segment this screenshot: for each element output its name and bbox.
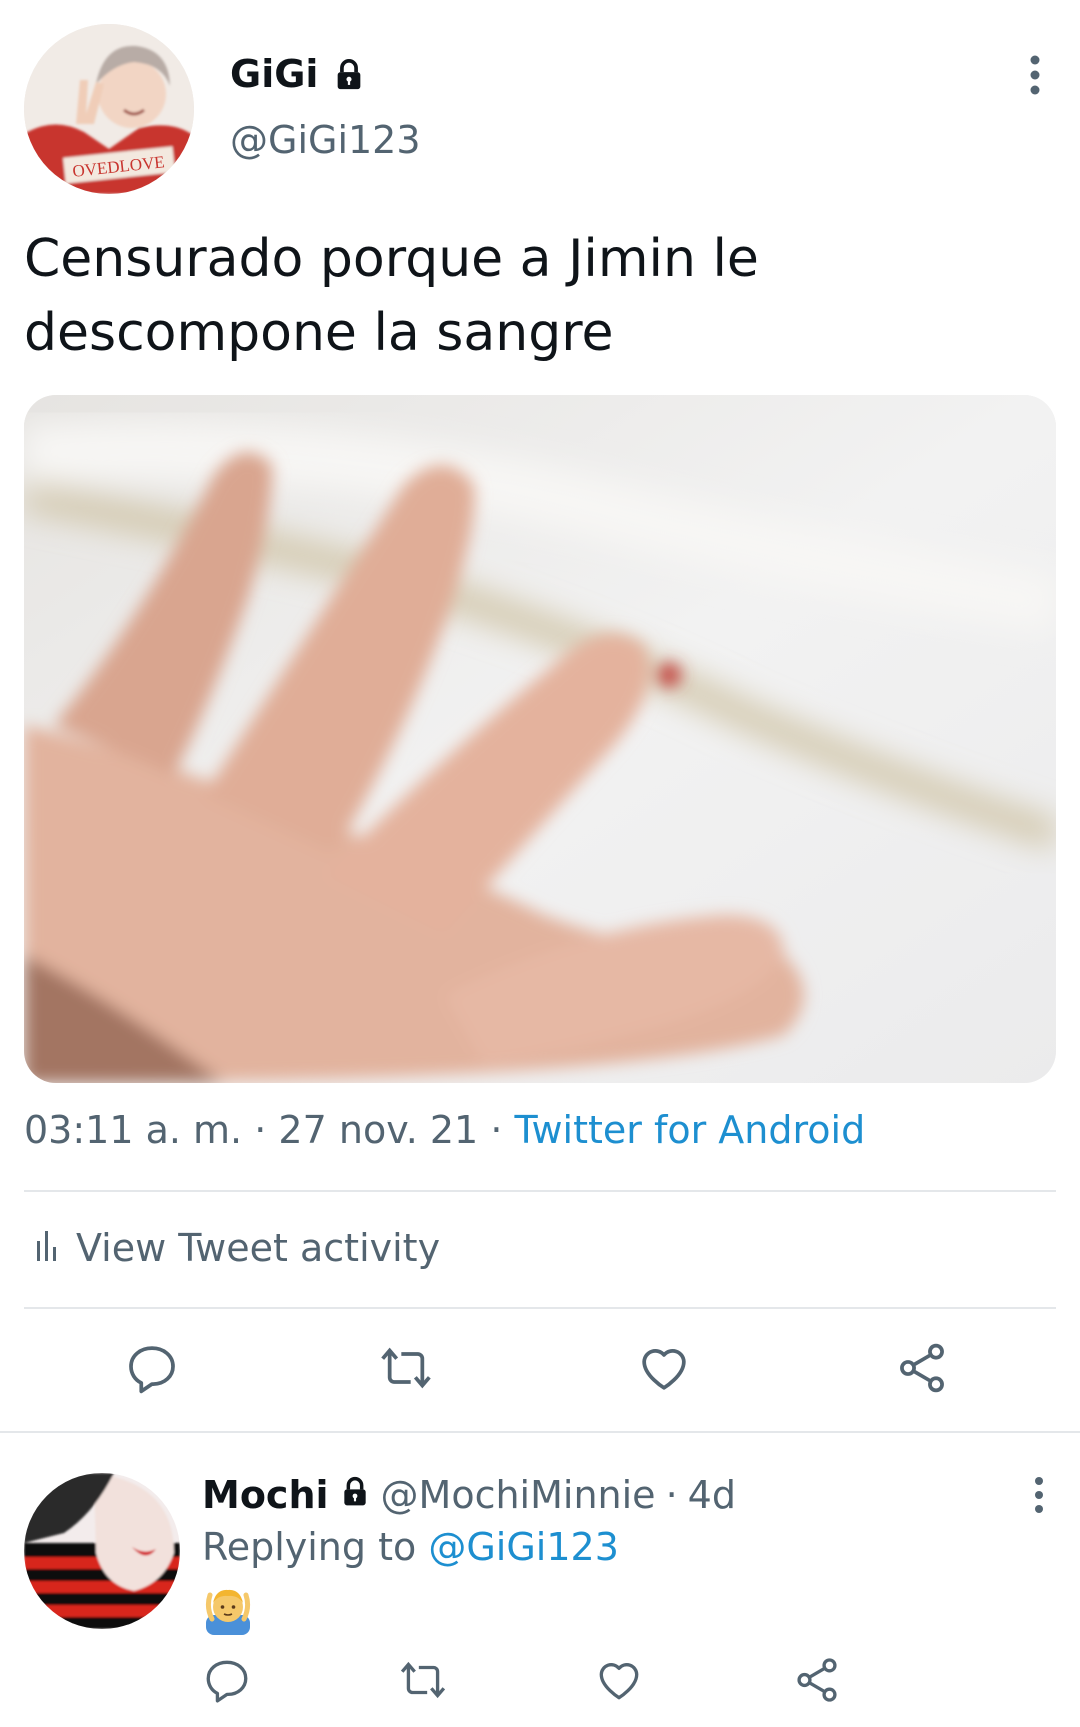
retweet-icon[interactable]	[378, 1340, 434, 1396]
more-options-icon[interactable]	[1020, 50, 1050, 100]
reply-author-name[interactable]: Mochi	[202, 1473, 329, 1517]
reply-author-handle[interactable]: @MochiMinnie	[381, 1473, 656, 1517]
lock-icon	[339, 1473, 371, 1517]
tweet-date: 27 nov. 21	[278, 1108, 479, 1152]
replying-mention-link[interactable]: @GiGi123	[428, 1525, 619, 1569]
main-tweet: OVEDLOVE GiGi @GiGi123 Censurado porque …	[0, 0, 1080, 1432]
share-icon[interactable]	[894, 1340, 950, 1396]
author-name-text[interactable]: GiGi	[230, 52, 318, 96]
reply-icon[interactable]	[124, 1340, 180, 1396]
tweet-image[interactable]	[24, 395, 1056, 1083]
tweet-source-link[interactable]: Twitter for Android	[515, 1108, 866, 1152]
tweet-text-line-2: descompone la sangre	[24, 303, 614, 363]
reply-header: Mochi @MochiMinnie · 4d	[202, 1473, 736, 1517]
retweet-icon[interactable]	[398, 1655, 448, 1705]
reply-avatar[interactable]	[24, 1473, 180, 1629]
reply-action-bar	[0, 1655, 1080, 1711]
author-handle[interactable]: @GiGi123	[230, 118, 421, 162]
tweet-time: 03:11 a. m.	[24, 1108, 243, 1152]
divider	[24, 1307, 1056, 1309]
meta-separator: ·	[490, 1108, 503, 1152]
view-tweet-activity[interactable]: View Tweet activity	[36, 1226, 440, 1270]
reply-more-options-icon[interactable]	[1024, 1473, 1054, 1517]
like-icon[interactable]	[594, 1655, 644, 1705]
emoji-icon	[204, 1585, 252, 1635]
reply-tweet[interactable]: Mochi @MochiMinnie · 4d Replying to @GiG…	[0, 1433, 1080, 1727]
meta-separator: ·	[254, 1108, 267, 1152]
replying-to: Replying to @GiGi123	[202, 1525, 619, 1569]
chart-icon	[36, 1226, 58, 1270]
tweet-meta: 03:11 a. m. · 27 nov. 21 · Twitter for A…	[24, 1108, 865, 1152]
tweet-action-bar	[0, 1340, 1080, 1400]
lock-icon	[332, 57, 366, 91]
tweet-text-line-1: Censurado porque a Jimin le	[24, 229, 759, 289]
divider	[24, 1190, 1056, 1192]
author-avatar[interactable]: OVEDLOVE	[24, 24, 194, 194]
reply-separator: ·	[665, 1473, 678, 1517]
tweet-text: Censurado porque a Jimin le descompone l…	[24, 222, 1044, 370]
activity-label[interactable]: View Tweet activity	[76, 1226, 440, 1270]
like-icon[interactable]	[636, 1340, 692, 1396]
reply-icon[interactable]	[202, 1655, 252, 1705]
share-icon[interactable]	[792, 1655, 842, 1705]
reply-age: 4d	[687, 1473, 736, 1517]
replying-prefix: Replying to	[202, 1525, 417, 1569]
author-name[interactable]: GiGi	[230, 52, 366, 96]
